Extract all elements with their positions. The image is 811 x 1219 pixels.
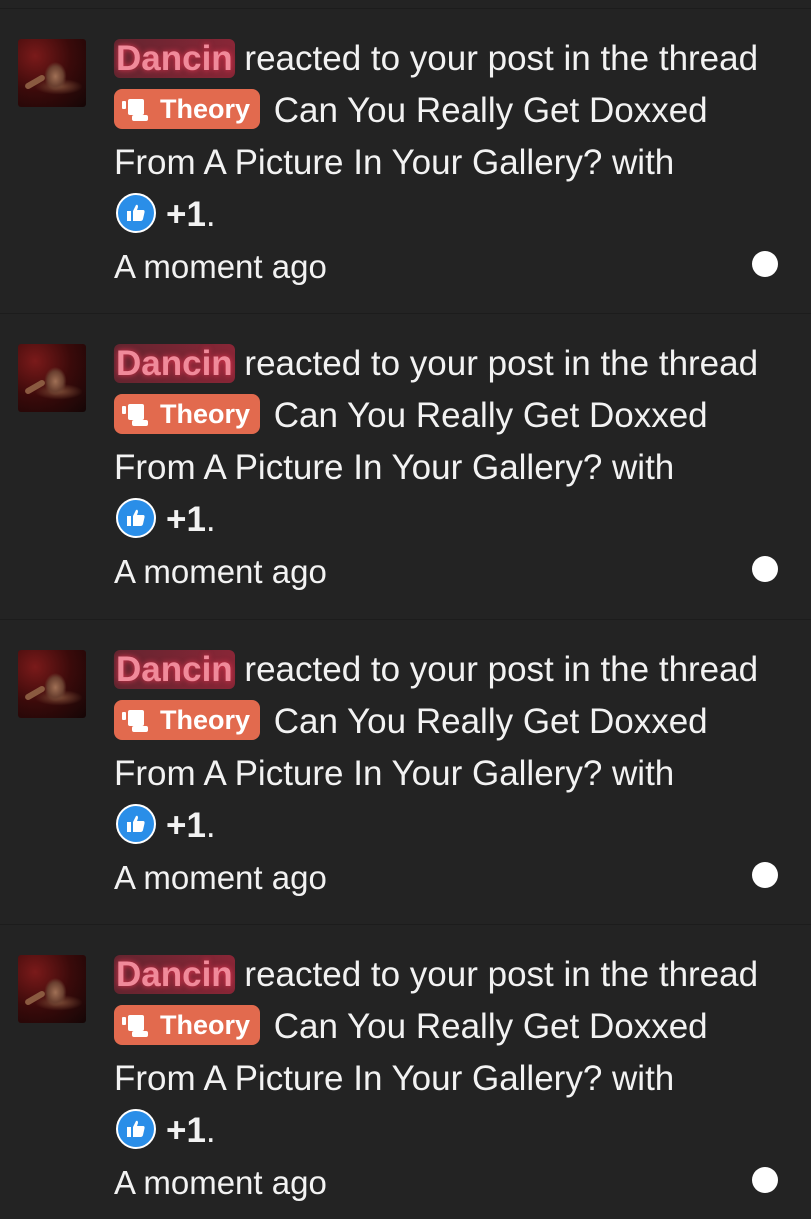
book-icon: [122, 99, 148, 121]
avatar[interactable]: [18, 39, 86, 107]
with-text: with: [602, 143, 675, 182]
reaction-count: +1: [166, 500, 206, 539]
thread-prefix-badge[interactable]: Theory: [114, 89, 261, 129]
timestamp: A moment ago: [114, 1164, 327, 1201]
unread-indicator[interactable]: [752, 556, 778, 582]
notification-item[interactable]: Dancin reacted to your post in the threa…: [0, 8, 811, 313]
with-text: with: [602, 448, 675, 487]
action-text: reacted to your post in the thread: [234, 650, 759, 689]
prefix-label: Theory: [160, 705, 251, 735]
end-punct: .: [205, 806, 216, 845]
reaction-count: +1: [166, 806, 206, 845]
book-icon: [122, 404, 148, 426]
with-text: with: [602, 1059, 675, 1098]
unread-indicator[interactable]: [752, 251, 778, 277]
timestamp: A moment ago: [114, 248, 327, 285]
notification-content: Dancin reacted to your post in the threa…: [114, 338, 794, 598]
thumbs-up-icon: [116, 193, 156, 233]
action-text: reacted to your post in the thread: [234, 39, 759, 78]
thread-prefix-badge[interactable]: Theory: [114, 394, 261, 434]
unread-indicator[interactable]: [752, 1167, 778, 1193]
thread-prefix-badge[interactable]: Theory: [114, 700, 261, 740]
prefix-label: Theory: [160, 399, 251, 429]
end-punct: .: [205, 500, 216, 539]
notification-item[interactable]: Dancin reacted to your post in the threa…: [0, 924, 811, 1219]
reaction-count: +1: [166, 1111, 206, 1150]
avatar[interactable]: [18, 650, 86, 718]
username-link[interactable]: Dancin: [114, 650, 235, 689]
notification-item[interactable]: Dancin reacted to your post in the threa…: [0, 619, 811, 924]
avatar[interactable]: [18, 344, 86, 412]
username-link[interactable]: Dancin: [114, 344, 235, 383]
thumbs-up-icon: [116, 804, 156, 844]
thumbs-up-icon: [116, 498, 156, 538]
action-text: reacted to your post in the thread: [234, 955, 759, 994]
notification-list: Dancin reacted to your post in the threa…: [0, 0, 811, 1219]
end-punct: .: [205, 1111, 216, 1150]
username-link[interactable]: Dancin: [114, 955, 235, 994]
action-text: reacted to your post in the thread: [234, 344, 759, 383]
thumbs-up-icon: [116, 1109, 156, 1149]
notification-content: Dancin reacted to your post in the threa…: [114, 33, 794, 293]
prefix-label: Theory: [160, 1010, 251, 1040]
book-icon: [122, 710, 148, 732]
book-icon: [122, 1015, 148, 1037]
unread-indicator[interactable]: [752, 862, 778, 888]
end-punct: .: [205, 195, 216, 234]
notification-content: Dancin reacted to your post in the threa…: [114, 644, 794, 904]
avatar[interactable]: [18, 955, 86, 1023]
notification-item[interactable]: Dancin reacted to your post in the threa…: [0, 313, 811, 618]
username-link[interactable]: Dancin: [114, 39, 235, 78]
timestamp: A moment ago: [114, 859, 327, 896]
with-text: with: [602, 754, 675, 793]
prefix-label: Theory: [160, 94, 251, 124]
reaction-count: +1: [166, 195, 206, 234]
thread-prefix-badge[interactable]: Theory: [114, 1005, 261, 1045]
notification-content: Dancin reacted to your post in the threa…: [114, 949, 794, 1209]
timestamp: A moment ago: [114, 553, 327, 590]
